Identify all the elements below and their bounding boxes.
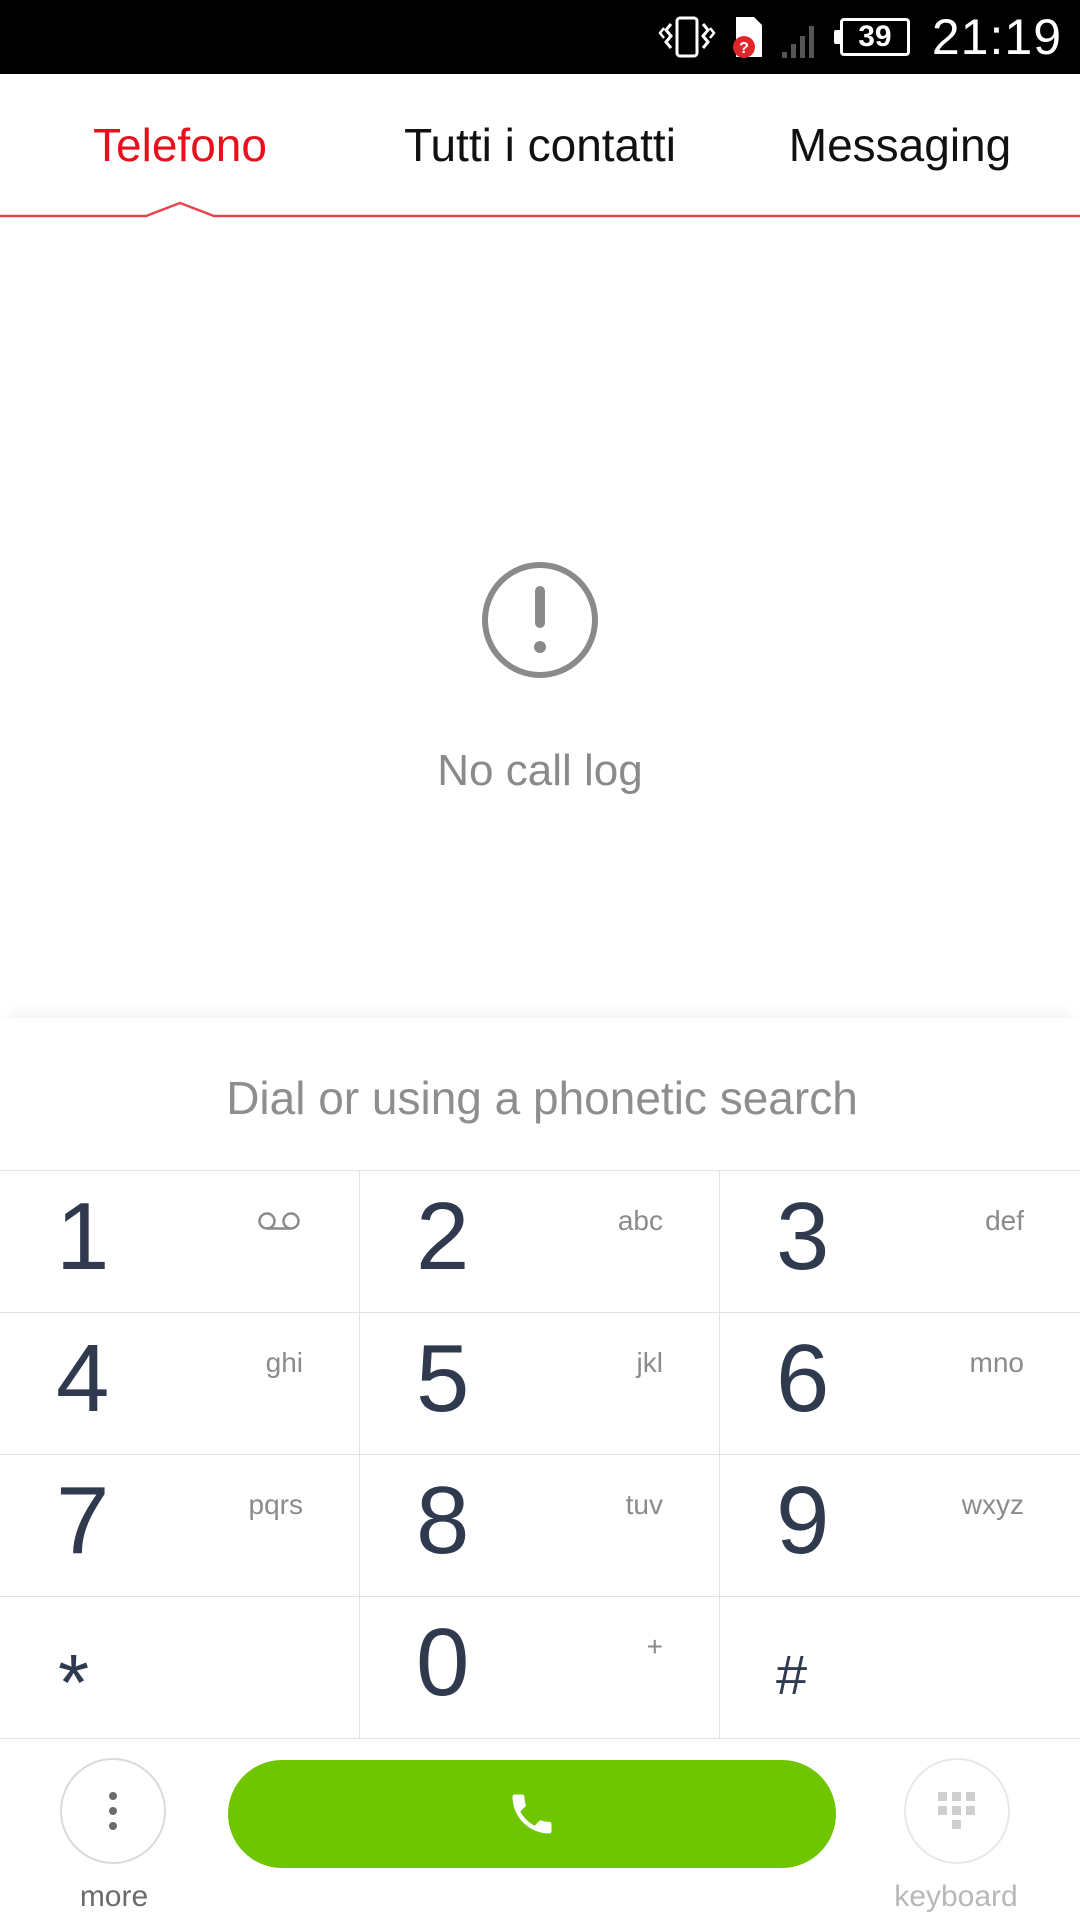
key-6[interactable]: 6 mno [720, 1313, 1080, 1455]
key-digit: 2 [416, 1183, 470, 1290]
more-button[interactable] [60, 1758, 166, 1864]
key-letters: ghi [265, 1347, 303, 1378]
keyboard-button[interactable] [904, 1758, 1010, 1864]
key-digit: 3 [776, 1183, 830, 1290]
vibrate-icon [658, 14, 716, 60]
key-1[interactable]: 1 [0, 1171, 360, 1313]
key-letters: def [985, 1205, 1024, 1236]
key-4[interactable]: 4 ghi [0, 1313, 360, 1455]
alert-circle-icon [482, 562, 598, 678]
key-3[interactable]: 3 def [720, 1171, 1080, 1313]
voicemail-icon [258, 1212, 300, 1230]
dialer-screen: ? 39 21:19 Telefono Tutti i contatti Mes… [0, 0, 1080, 1920]
key-digit: 0 [416, 1609, 470, 1716]
key-digit: * [58, 1638, 90, 1727]
key-star[interactable]: * [0, 1597, 360, 1739]
dialpad-icon [938, 1792, 975, 1829]
key-digit: 9 [776, 1467, 830, 1574]
tab-bar: Telefono Tutti i contatti Messaging [0, 74, 1080, 218]
tab-tutti-i-contatti[interactable]: Tutti i contatti [404, 118, 676, 172]
key-hash[interactable]: # [720, 1597, 1080, 1739]
battery-level: 39 [858, 20, 892, 53]
key-letters: abc [617, 1205, 663, 1236]
key-letters: + [646, 1631, 663, 1662]
call-button[interactable] [228, 1760, 836, 1868]
tab-messaging[interactable]: Messaging [789, 118, 1011, 172]
key-digit: # [776, 1643, 808, 1706]
key-letters: pqrs [248, 1489, 303, 1520]
tab-telefono[interactable]: Telefono [93, 118, 267, 172]
keyboard-label: keyboard [894, 1880, 1018, 1913]
more-label: more [79, 1880, 149, 1913]
key-letters: tuv [625, 1489, 663, 1520]
key-7[interactable]: 7 pqrs [0, 1455, 360, 1597]
dial-input[interactable] [0, 1070, 1080, 1126]
keypad: 1 2 abc 3 def 4 ghi 5 jkl 6 mno 7 pqrs 8… [0, 1170, 1080, 1740]
phone-icon [512, 1794, 552, 1834]
key-digit: 5 [416, 1325, 470, 1432]
key-2[interactable]: 2 abc [360, 1171, 720, 1313]
tab-indicator [0, 201, 1080, 218]
dial-area [0, 1018, 1080, 1170]
key-digit: 1 [56, 1183, 110, 1290]
key-5[interactable]: 5 jkl [360, 1313, 720, 1455]
svg-text:?: ? [739, 40, 749, 57]
key-0[interactable]: 0 + [360, 1597, 720, 1739]
status-clock: 21:19 [931, 9, 1062, 65]
key-8[interactable]: 8 tuv [360, 1455, 720, 1597]
sim-error-icon: ? [730, 13, 766, 61]
key-digit: 4 [56, 1325, 110, 1432]
status-icons: ? 39 21:19 [658, 0, 1062, 74]
key-digit: 6 [776, 1325, 830, 1432]
key-9[interactable]: 9 wxyz [720, 1455, 1080, 1597]
key-digit: 8 [416, 1467, 470, 1574]
signal-icon [780, 14, 820, 60]
key-letters: jkl [636, 1347, 663, 1378]
bottom-action-bar: more keyboard [0, 1740, 1080, 1920]
key-letters: mno [969, 1347, 1024, 1378]
key-letters: wxyz [961, 1489, 1024, 1520]
status-bar: ? 39 21:19 [0, 0, 1080, 74]
more-vertical-icon [109, 1792, 117, 1830]
key-digit: 7 [56, 1467, 110, 1574]
battery-icon: 39 [833, 18, 910, 56]
empty-call-log-message: No call log [437, 746, 643, 795]
